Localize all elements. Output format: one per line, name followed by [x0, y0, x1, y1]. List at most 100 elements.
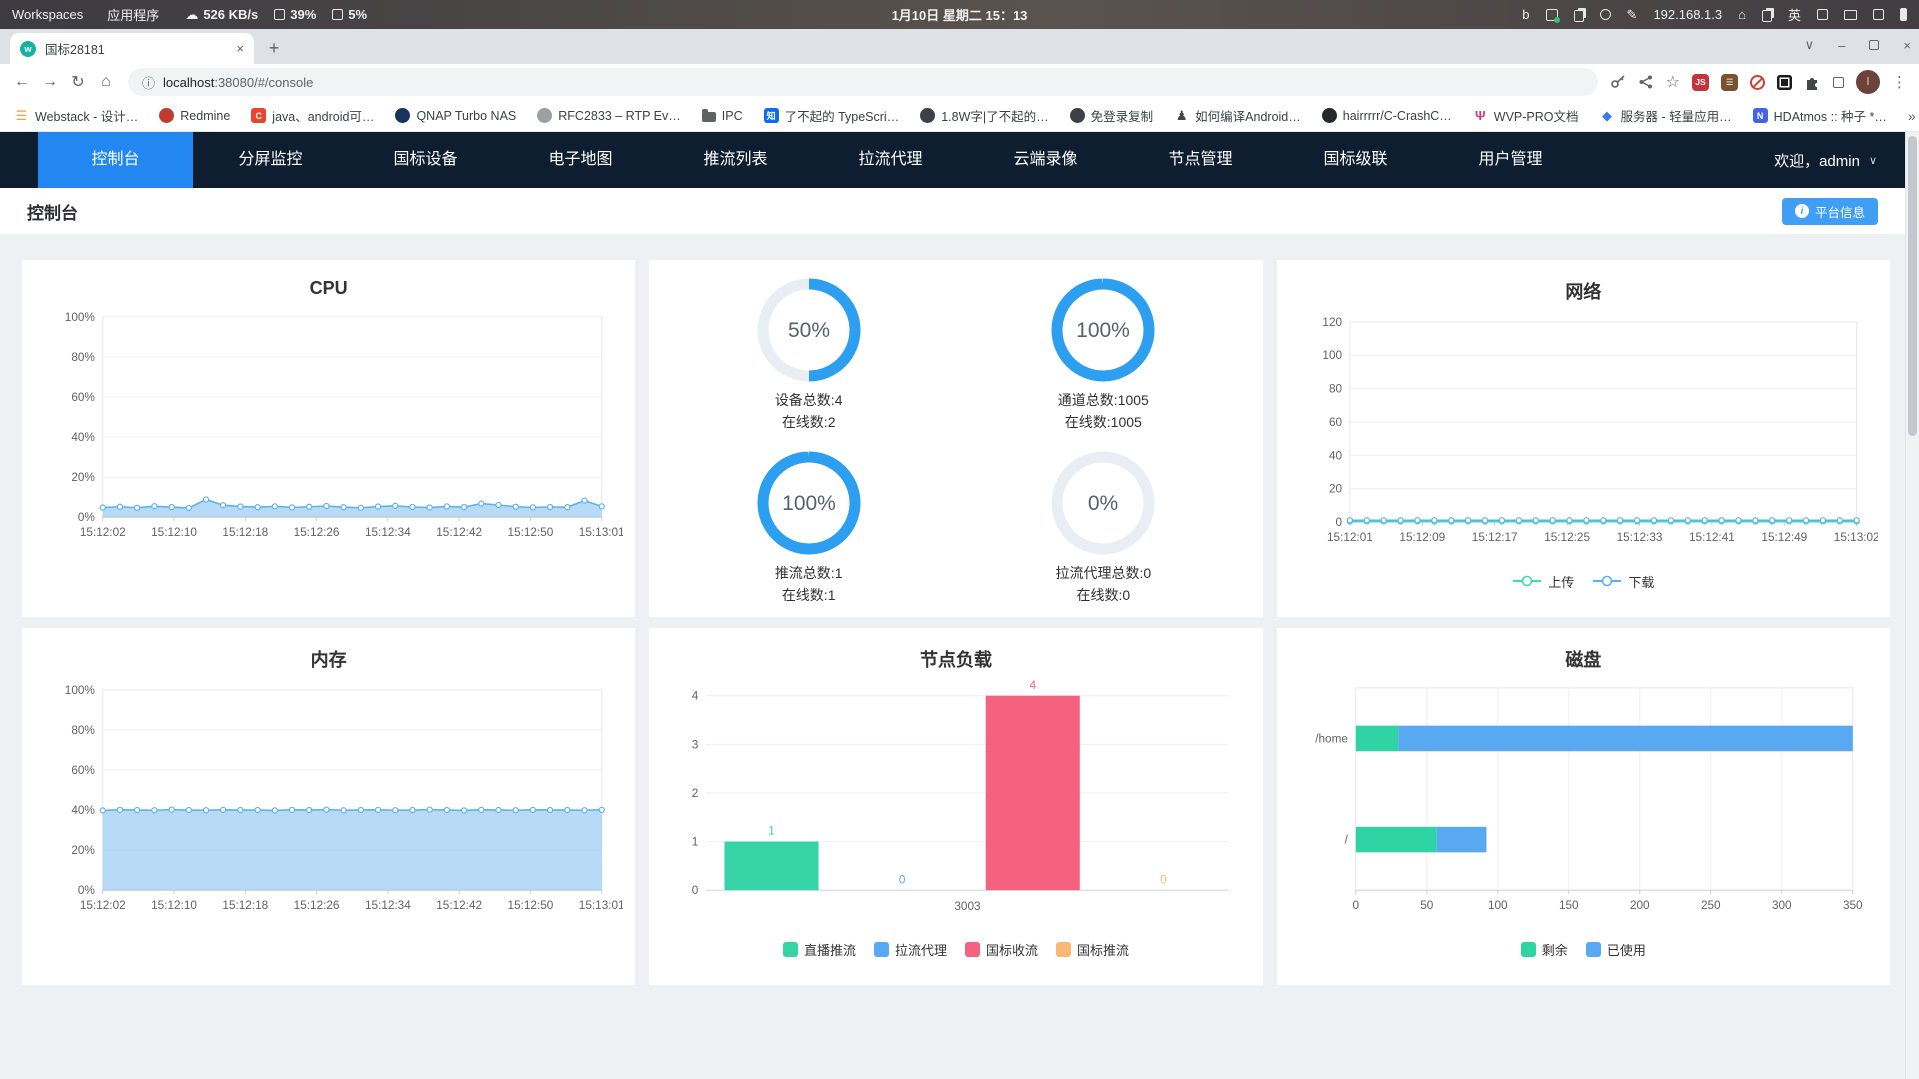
legend-item-下载[interactable]: 下载: [1592, 572, 1654, 591]
extension-capture-icon[interactable]: [1777, 74, 1792, 90]
svg-text:80: 80: [1329, 383, 1343, 396]
bing-tray-icon[interactable]: b: [1522, 7, 1529, 22]
address-bar[interactable]: ⓘ localhost:38080/#/console: [128, 68, 1598, 96]
window-chevron-icon[interactable]: ∨: [1805, 37, 1815, 53]
nav-item-2[interactable]: 国标设备: [348, 132, 503, 188]
home-button[interactable]: ⌂: [92, 68, 120, 96]
profile-avatar[interactable]: l: [1856, 70, 1880, 94]
gauge-label: 通道总数:1005 在线数:1005: [1057, 392, 1149, 430]
network-panel: 网络 0 20 40 60 80 100 120 15:12:01 15:12:09 15:12:…: [1276, 260, 1890, 617]
volume-tray-icon[interactable]: [1873, 9, 1884, 20]
battery-icon: [1900, 8, 1907, 21]
clock[interactable]: 1月10日 星期二 15：13: [892, 5, 1028, 24]
extension-frame-icon[interactable]: [1833, 76, 1844, 88]
bookmark-item-5[interactable]: IPC: [701, 108, 743, 123]
nav-item-5[interactable]: 拉流代理: [813, 132, 968, 188]
extension-stack-icon[interactable]: ☰: [1721, 73, 1738, 91]
svg-text:100%: 100%: [65, 684, 96, 697]
system-stats: ☁ 526 KB/s 39% 5%: [185, 7, 367, 23]
bookmark-item-13[interactable]: N HDAtmos :: 种子 *…: [1752, 106, 1887, 125]
nav-item-1[interactable]: 分屏监控: [193, 132, 348, 188]
reload-button[interactable]: ↻: [64, 68, 92, 96]
back-button[interactable]: ←: [8, 68, 36, 96]
node-load-chart: 0 1 2 3 4 1 0 4 0 3003: [661, 680, 1250, 926]
gauge-item-1: 100% 通道总数:1005 在线数:1005: [1047, 274, 1159, 433]
nav-item-9[interactable]: 用户管理: [1433, 132, 1588, 188]
nav-item-0[interactable]: 控制台: [38, 132, 193, 188]
screenshot-tray-icon[interactable]: [1545, 8, 1560, 23]
site-info-icon[interactable]: ⓘ: [142, 73, 155, 92]
nav-item-6[interactable]: 云端录像: [968, 132, 1123, 188]
share-icon[interactable]: [1638, 74, 1654, 90]
svg-text:4: 4: [1030, 680, 1037, 692]
ip-address[interactable]: 192.168.1.3: [1653, 7, 1722, 22]
nav-item-4[interactable]: 推流列表: [658, 132, 813, 188]
nav-item-3[interactable]: 电子地图: [503, 132, 658, 188]
bookmark-item-6[interactable]: 知了不起的 TypeScri…: [763, 106, 900, 125]
forward-button[interactable]: →: [36, 68, 64, 96]
user-menu[interactable]: 欢迎，admin ∨: [1774, 150, 1905, 171]
legend-item-拉流代理[interactable]: 拉流代理: [873, 940, 947, 959]
app-tray-icon[interactable]: [1599, 9, 1611, 20]
nav-item-8[interactable]: 国标级联: [1278, 132, 1433, 188]
extensions-puzzle-icon[interactable]: [1804, 74, 1821, 91]
bookmark-item-1[interactable]: Redmine: [159, 108, 230, 123]
bookmark-item-3[interactable]: QNAP Turbo NAS: [395, 108, 516, 123]
bookmark-item-4[interactable]: RFC2833 – RTP Ev…: [537, 108, 681, 123]
legend-item-国标收流[interactable]: 国标收流: [964, 940, 1038, 959]
memory-panel-title: 内存: [310, 650, 347, 670]
legend-item-已使用[interactable]: 已使用: [1585, 940, 1646, 959]
new-tab-button[interactable]: +: [260, 34, 288, 62]
svg-text:150: 150: [1559, 899, 1579, 912]
window-maximize-button[interactable]: [1869, 40, 1880, 50]
clipboard-tray-icon[interactable]: [1573, 10, 1584, 22]
legend-item-剩余[interactable]: 剩余: [1520, 940, 1568, 959]
pen-tray-icon[interactable]: ✎: [1627, 7, 1638, 23]
bookmark-star-icon[interactable]: ☆: [1666, 72, 1680, 92]
bookmark-favicon-icon: ☰: [15, 107, 28, 123]
bookmark-label: IPC: [721, 108, 743, 123]
bookmark-item-10[interactable]: hairrrrr/C-CrashC…: [1321, 108, 1452, 123]
svg-text:0%: 0%: [78, 511, 96, 524]
bookmark-item-11[interactable]: Ψ WVP-PRO文档: [1473, 106, 1579, 125]
legend-item-国标推流[interactable]: 国标推流: [1056, 940, 1129, 959]
display-tray-icon[interactable]: [1844, 9, 1857, 20]
legend-item-直播推流[interactable]: 直播推流: [782, 940, 856, 959]
keyboard-tray-icon[interactable]: [1817, 9, 1828, 20]
svg-text:100: 100: [1322, 349, 1342, 362]
password-key-icon[interactable]: [1610, 74, 1626, 90]
input-method-indicator[interactable]: 英: [1788, 5, 1801, 24]
disk-legend: 剩余 已使用: [1289, 940, 1878, 959]
nav-item-7[interactable]: 节点管理: [1123, 132, 1278, 188]
applications-menu[interactable]: 应用程序: [107, 5, 159, 24]
page-scrollbar[interactable]: [1905, 132, 1919, 1079]
svg-text:15:12:33: 15:12:33: [1616, 531, 1662, 544]
extension-js-icon[interactable]: JS: [1692, 73, 1709, 91]
svg-text:50%: 50%: [788, 319, 830, 342]
svg-text:/home: /home: [1315, 732, 1348, 745]
window-minimize-button[interactable]: –: [1838, 38, 1845, 53]
platform-info-button[interactable]: i 平台信息: [1781, 197, 1878, 225]
bookmark-label: 了不起的 TypeScri…: [784, 110, 900, 124]
bookmark-item-0[interactable]: ☰ Webstack - 设计…: [14, 106, 139, 125]
bookmark-label: 1.8W字|了不起的…: [941, 110, 1049, 124]
workspaces-button[interactable]: Workspaces: [12, 7, 83, 22]
tab-close-icon[interactable]: ×: [236, 41, 244, 56]
browser-tab[interactable]: w 国标28181 ×: [10, 33, 254, 64]
bookmark-item-7[interactable]: 1.8W字|了不起的…: [920, 106, 1049, 125]
page-scrollbar-thumb[interactable]: [1908, 136, 1917, 436]
browser-menu-icon[interactable]: ⋮: [1892, 73, 1907, 91]
legend-item-上传[interactable]: 上传: [1512, 572, 1574, 591]
window-close-button[interactable]: ×: [1903, 38, 1911, 53]
bookmark-item-12[interactable]: ◆ 服务器 - 轻量应用…: [1600, 106, 1732, 125]
bookmark-item-2[interactable]: Cjava、android可…: [251, 106, 374, 125]
bookmark-item-9[interactable]: ♟ 如何编译Android…: [1174, 106, 1301, 125]
welcome-label: 欢迎，admin: [1774, 152, 1860, 170]
extension-blocker-icon[interactable]: [1750, 74, 1765, 90]
bookmark-item-8[interactable]: 免登录复制: [1069, 106, 1153, 125]
windows-tray-icon[interactable]: [1761, 10, 1772, 22]
svg-text:4: 4: [692, 690, 699, 703]
bookmark-favicon-icon: [395, 108, 411, 123]
bookmarks-overflow-chevron[interactable]: »: [1908, 108, 1916, 124]
home-tray-icon[interactable]: ⌂: [1738, 7, 1746, 22]
